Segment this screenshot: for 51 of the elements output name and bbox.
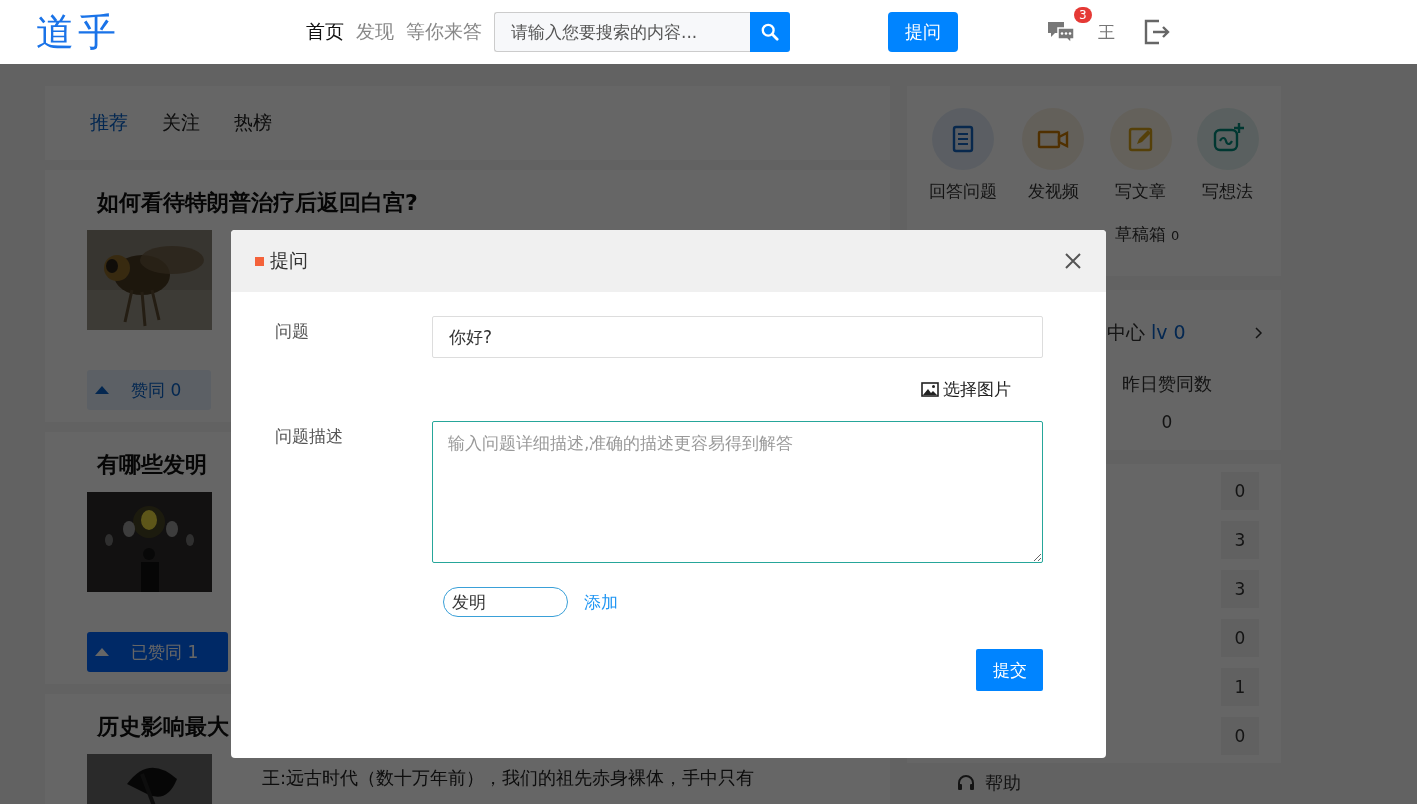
count-badge: 0 bbox=[1221, 472, 1259, 510]
field-label: 问题描述 bbox=[275, 425, 344, 448]
nav-link[interactable]: 等你来答 bbox=[406, 19, 482, 45]
question-title[interactable]: 历史影响最大 bbox=[97, 712, 229, 742]
question-title[interactable]: 有哪些发明 bbox=[97, 450, 207, 480]
image-icon bbox=[921, 382, 939, 397]
count-badge: 0 bbox=[1221, 619, 1259, 657]
user-name[interactable]: 王 bbox=[1098, 20, 1115, 44]
choose-image-link[interactable]: 选择图片 bbox=[921, 378, 1011, 401]
dialog-title: 提问 bbox=[270, 248, 309, 273]
square-icon bbox=[255, 256, 264, 266]
help-link[interactable]: 帮助 bbox=[985, 771, 1021, 795]
upvote-button[interactable]: 已赞同 1 bbox=[87, 632, 229, 672]
question-title[interactable]: 如何看待特朗普治疗后返回白宫? bbox=[97, 188, 418, 218]
search-icon bbox=[761, 23, 779, 41]
field-label: 问题 bbox=[275, 320, 310, 343]
action-label[interactable]: 写文章 bbox=[1115, 180, 1167, 203]
submit-button[interactable]: 提交 bbox=[976, 649, 1043, 691]
action-label[interactable]: 写想法 bbox=[1202, 180, 1254, 203]
drafts-link[interactable]: 草稿箱 0 bbox=[1107, 223, 1187, 246]
description-field[interactable]: 输入问题详细描述,准确的描述更容易得到解答 bbox=[432, 421, 1043, 563]
search-field[interactable]: 请输入您要搜索的内容... bbox=[494, 12, 750, 52]
stat-value: 0 bbox=[1161, 412, 1173, 432]
question-field[interactable]: 你好? bbox=[432, 316, 1043, 358]
search-button[interactable] bbox=[750, 12, 790, 52]
count-badge: 0 bbox=[1221, 717, 1259, 755]
feed-tab[interactable]: 关注 bbox=[162, 110, 200, 136]
answer-excerpt[interactable]: 王:远古时代（数十万年前），我们的祖先赤身裸体，手中只有 bbox=[262, 766, 755, 790]
action-label[interactable]: 回答问题 bbox=[929, 180, 997, 203]
count-badge: 3 bbox=[1221, 570, 1259, 608]
add-tag-link[interactable]: 添加 bbox=[584, 590, 618, 614]
nav-link[interactable]: 发现 bbox=[356, 19, 394, 45]
notification-badge: 3 bbox=[1074, 7, 1092, 23]
count-badge: 1 bbox=[1221, 668, 1259, 706]
headset-icon[interactable] bbox=[957, 774, 975, 792]
upvote-button[interactable]: 赞同 0 bbox=[87, 370, 212, 410]
triangle-icon bbox=[95, 648, 109, 656]
tag-field[interactable]: 发明 bbox=[443, 587, 568, 617]
chevron-right-icon[interactable] bbox=[1255, 327, 1263, 339]
feed-tab[interactable]: 推荐 bbox=[90, 110, 128, 136]
stat-label: 昨日赞同数 bbox=[1122, 372, 1212, 396]
logout-icon[interactable] bbox=[1143, 19, 1171, 45]
feed-tab[interactable]: 热榜 bbox=[234, 110, 272, 136]
close-icon[interactable] bbox=[1064, 252, 1082, 270]
triangle-icon bbox=[95, 386, 109, 394]
nav-link[interactable]: 首页 bbox=[306, 19, 344, 45]
action-label[interactable]: 发视频 bbox=[1027, 180, 1079, 203]
creator-center-link[interactable]: 中心 lv 0 bbox=[1107, 320, 1186, 346]
ask-button[interactable]: 提问 bbox=[888, 12, 958, 52]
count-badge: 3 bbox=[1221, 521, 1259, 559]
site-logo[interactable]: 道乎 bbox=[36, 6, 306, 58]
